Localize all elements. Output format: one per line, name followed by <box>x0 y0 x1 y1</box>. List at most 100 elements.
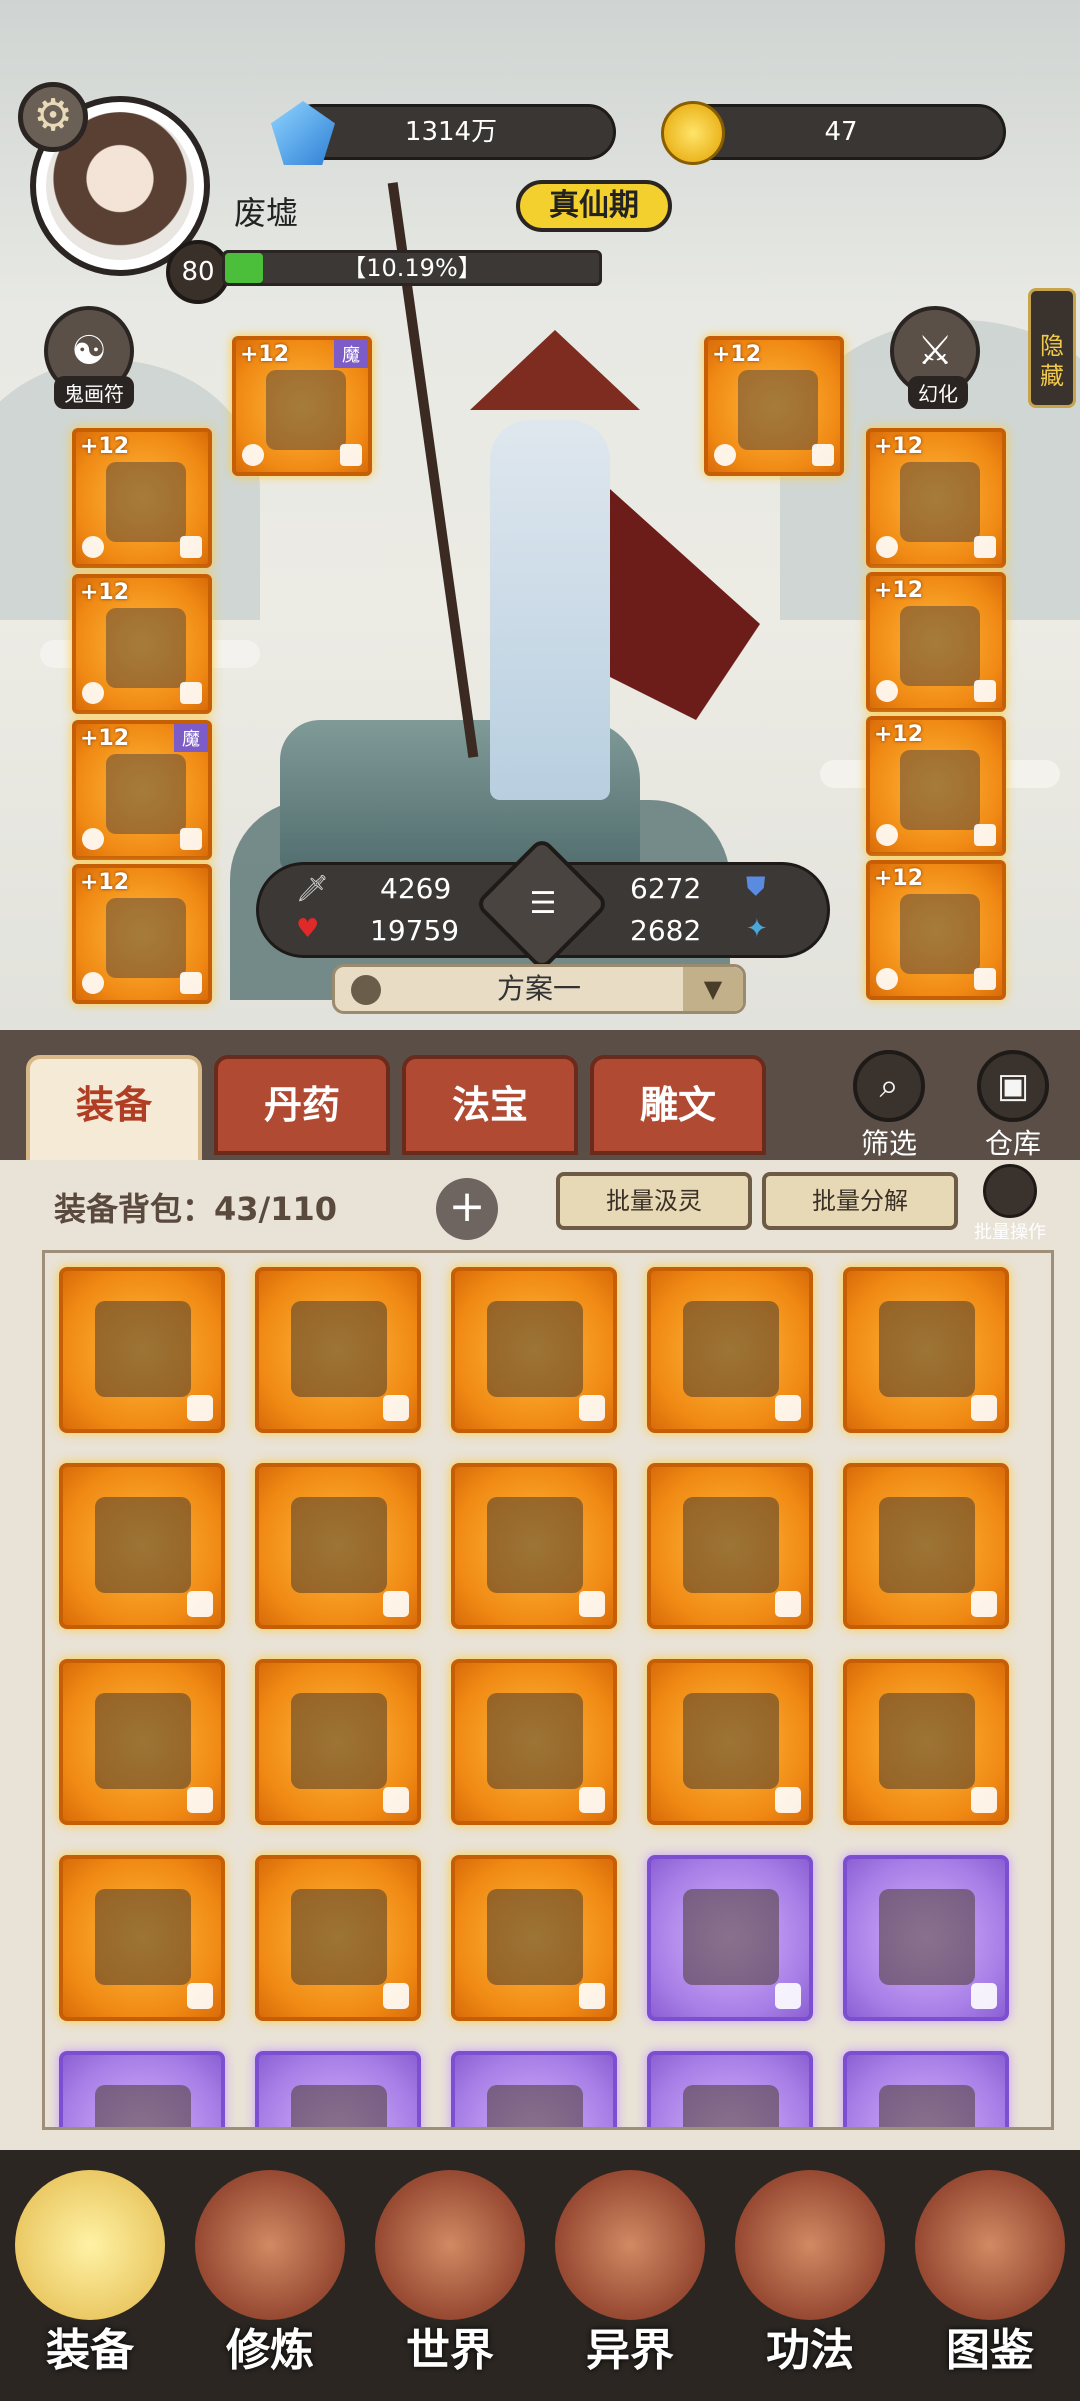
lock-icon <box>974 824 996 846</box>
nav-equipment[interactable]: 装备 <box>0 2170 180 2400</box>
transform-label: 幻化 <box>908 376 968 409</box>
nav-codex[interactable]: 图鉴 <box>900 2170 1080 2400</box>
coin-resource[interactable]: 47 <box>661 101 1006 165</box>
item-art <box>487 1693 583 1789</box>
item-art <box>683 1497 779 1593</box>
nav-label: 功法 <box>766 2325 854 2376</box>
item-art <box>879 1889 975 1985</box>
bag-item[interactable] <box>451 1267 617 1433</box>
bag-item[interactable] <box>451 1659 617 1825</box>
filter-label: 筛选 <box>860 1127 917 1160</box>
bag-item[interactable] <box>647 1855 813 2021</box>
item-art <box>487 1301 583 1397</box>
settings-gear-icon[interactable]: ⚙ <box>18 82 88 152</box>
equip-slot-left-2[interactable]: +12 <box>72 574 212 714</box>
plan-selector[interactable]: 方案一 ▼ <box>332 964 746 1014</box>
batch-operation-button[interactable]: 批量操作 <box>960 1164 1060 1243</box>
lock-icon <box>187 1983 213 2009</box>
chest-icon: ▣ <box>977 1050 1049 1122</box>
bag-item[interactable] <box>647 2051 813 2127</box>
bag-item[interactable] <box>843 2051 1009 2127</box>
bag-item[interactable] <box>255 1267 421 1433</box>
lock-icon <box>340 444 362 466</box>
lock-icon <box>180 536 202 558</box>
hide-button[interactable]: 隐藏 <box>1028 288 1076 408</box>
bag-item[interactable] <box>647 1267 813 1433</box>
nav-techniques[interactable]: 功法 <box>720 2170 900 2400</box>
bag-item[interactable] <box>255 1463 421 1629</box>
nav-otherworld[interactable]: 异界 <box>540 2170 720 2400</box>
bag-item[interactable] <box>59 1267 225 1433</box>
lock-icon <box>383 1395 409 1421</box>
tab-equipment[interactable]: 装备 <box>26 1055 202 1165</box>
item-art <box>291 1497 387 1593</box>
exp-bar: 【10.19%】 <box>222 250 602 286</box>
item-grid <box>42 1250 1054 2130</box>
nav-label: 世界 <box>406 2325 494 2376</box>
item-art <box>95 1497 191 1593</box>
dropdown-arrow-icon: ▼ <box>683 967 743 1011</box>
bag-item[interactable] <box>451 1463 617 1629</box>
equip-slot-right-2[interactable]: +12 <box>866 572 1006 712</box>
expand-bag-button[interactable]: + <box>436 1178 498 1240</box>
equip-slot-right-4[interactable]: +12 <box>866 860 1006 1000</box>
equip-slot-left-4[interactable]: +12 <box>72 864 212 1004</box>
tab-carving[interactable]: 雕文 <box>590 1055 766 1155</box>
tab-treasure[interactable]: 法宝 <box>402 1055 578 1155</box>
bag-item[interactable] <box>59 1463 225 1629</box>
level-badge: 80 <box>166 240 230 304</box>
bag-item[interactable] <box>59 2051 225 2127</box>
realm-badge[interactable]: 真仙期 <box>516 180 672 232</box>
lock-icon <box>775 1591 801 1617</box>
slot-plus: +12 <box>874 722 924 747</box>
player-character[interactable] <box>450 330 650 810</box>
bag-item[interactable] <box>451 2051 617 2127</box>
slot-plus: +12 <box>874 578 924 603</box>
warehouse-button[interactable]: ▣ 仓库 <box>958 1050 1068 1160</box>
lock-icon <box>971 1787 997 1813</box>
shield-icon: ⛊ <box>746 872 766 902</box>
lock-icon <box>579 1787 605 1813</box>
lock-icon <box>971 1395 997 1421</box>
nav-cultivation[interactable]: 修炼 <box>180 2170 360 2400</box>
bag-item[interactable] <box>843 1267 1009 1433</box>
equipped-icon <box>82 536 104 558</box>
equip-slot-left-3[interactable]: +12 魔 <box>72 720 212 860</box>
bag-item[interactable] <box>59 1659 225 1825</box>
lock-icon <box>383 1787 409 1813</box>
lock-icon <box>775 1787 801 1813</box>
heart-icon: ♥ <box>296 914 320 944</box>
coin-amount: 47 <box>824 117 858 147</box>
batch-decompose-button[interactable]: 批量分解 <box>762 1172 958 1230</box>
slot-plus: +12 <box>712 342 762 367</box>
equipped-icon <box>876 968 898 990</box>
bag-item[interactable] <box>255 2051 421 2127</box>
item-art <box>683 1693 779 1789</box>
bag-item[interactable] <box>647 1463 813 1629</box>
equip-slot-sword[interactable]: +12 <box>704 336 844 476</box>
bag-item[interactable] <box>843 1659 1009 1825</box>
magnifier-icon: ⌕ <box>853 1050 925 1122</box>
slot-plus: +12 <box>80 434 130 459</box>
bag-item[interactable] <box>59 1855 225 2021</box>
bag-item[interactable] <box>647 1659 813 1825</box>
equip-slot-left-1[interactable]: +12 <box>72 428 212 568</box>
bag-item[interactable] <box>255 1659 421 1825</box>
batch-absorb-button[interactable]: 批量汲灵 <box>556 1172 752 1230</box>
equip-slot-weapon[interactable]: +12 魔 <box>232 336 372 476</box>
equip-slot-right-3[interactable]: +12 <box>866 716 1006 856</box>
bag-item[interactable] <box>843 1855 1009 2021</box>
bag-item[interactable] <box>255 1855 421 2021</box>
compass-icon <box>351 975 381 1005</box>
equip-slot-right-1[interactable]: +12 <box>866 428 1006 568</box>
equipped-icon <box>82 972 104 994</box>
gem-resource[interactable]: 1314万 <box>271 101 616 165</box>
nav-world[interactable]: 世界 <box>360 2170 540 2400</box>
item-art <box>487 1889 583 1985</box>
filter-button[interactable]: ⌕ 筛选 <box>834 1050 944 1160</box>
ghost-talisman-label: 鬼画符 <box>54 376 134 409</box>
bag-item[interactable] <box>451 1855 617 2021</box>
game-screen: ⚙ 80 废墟 【10.19%】 真仙期 1314万 47 ☯ 鬼画符 ⚔ 幻化… <box>0 0 1080 2401</box>
bag-item[interactable] <box>843 1463 1009 1629</box>
tab-pills[interactable]: 丹药 <box>214 1055 390 1155</box>
